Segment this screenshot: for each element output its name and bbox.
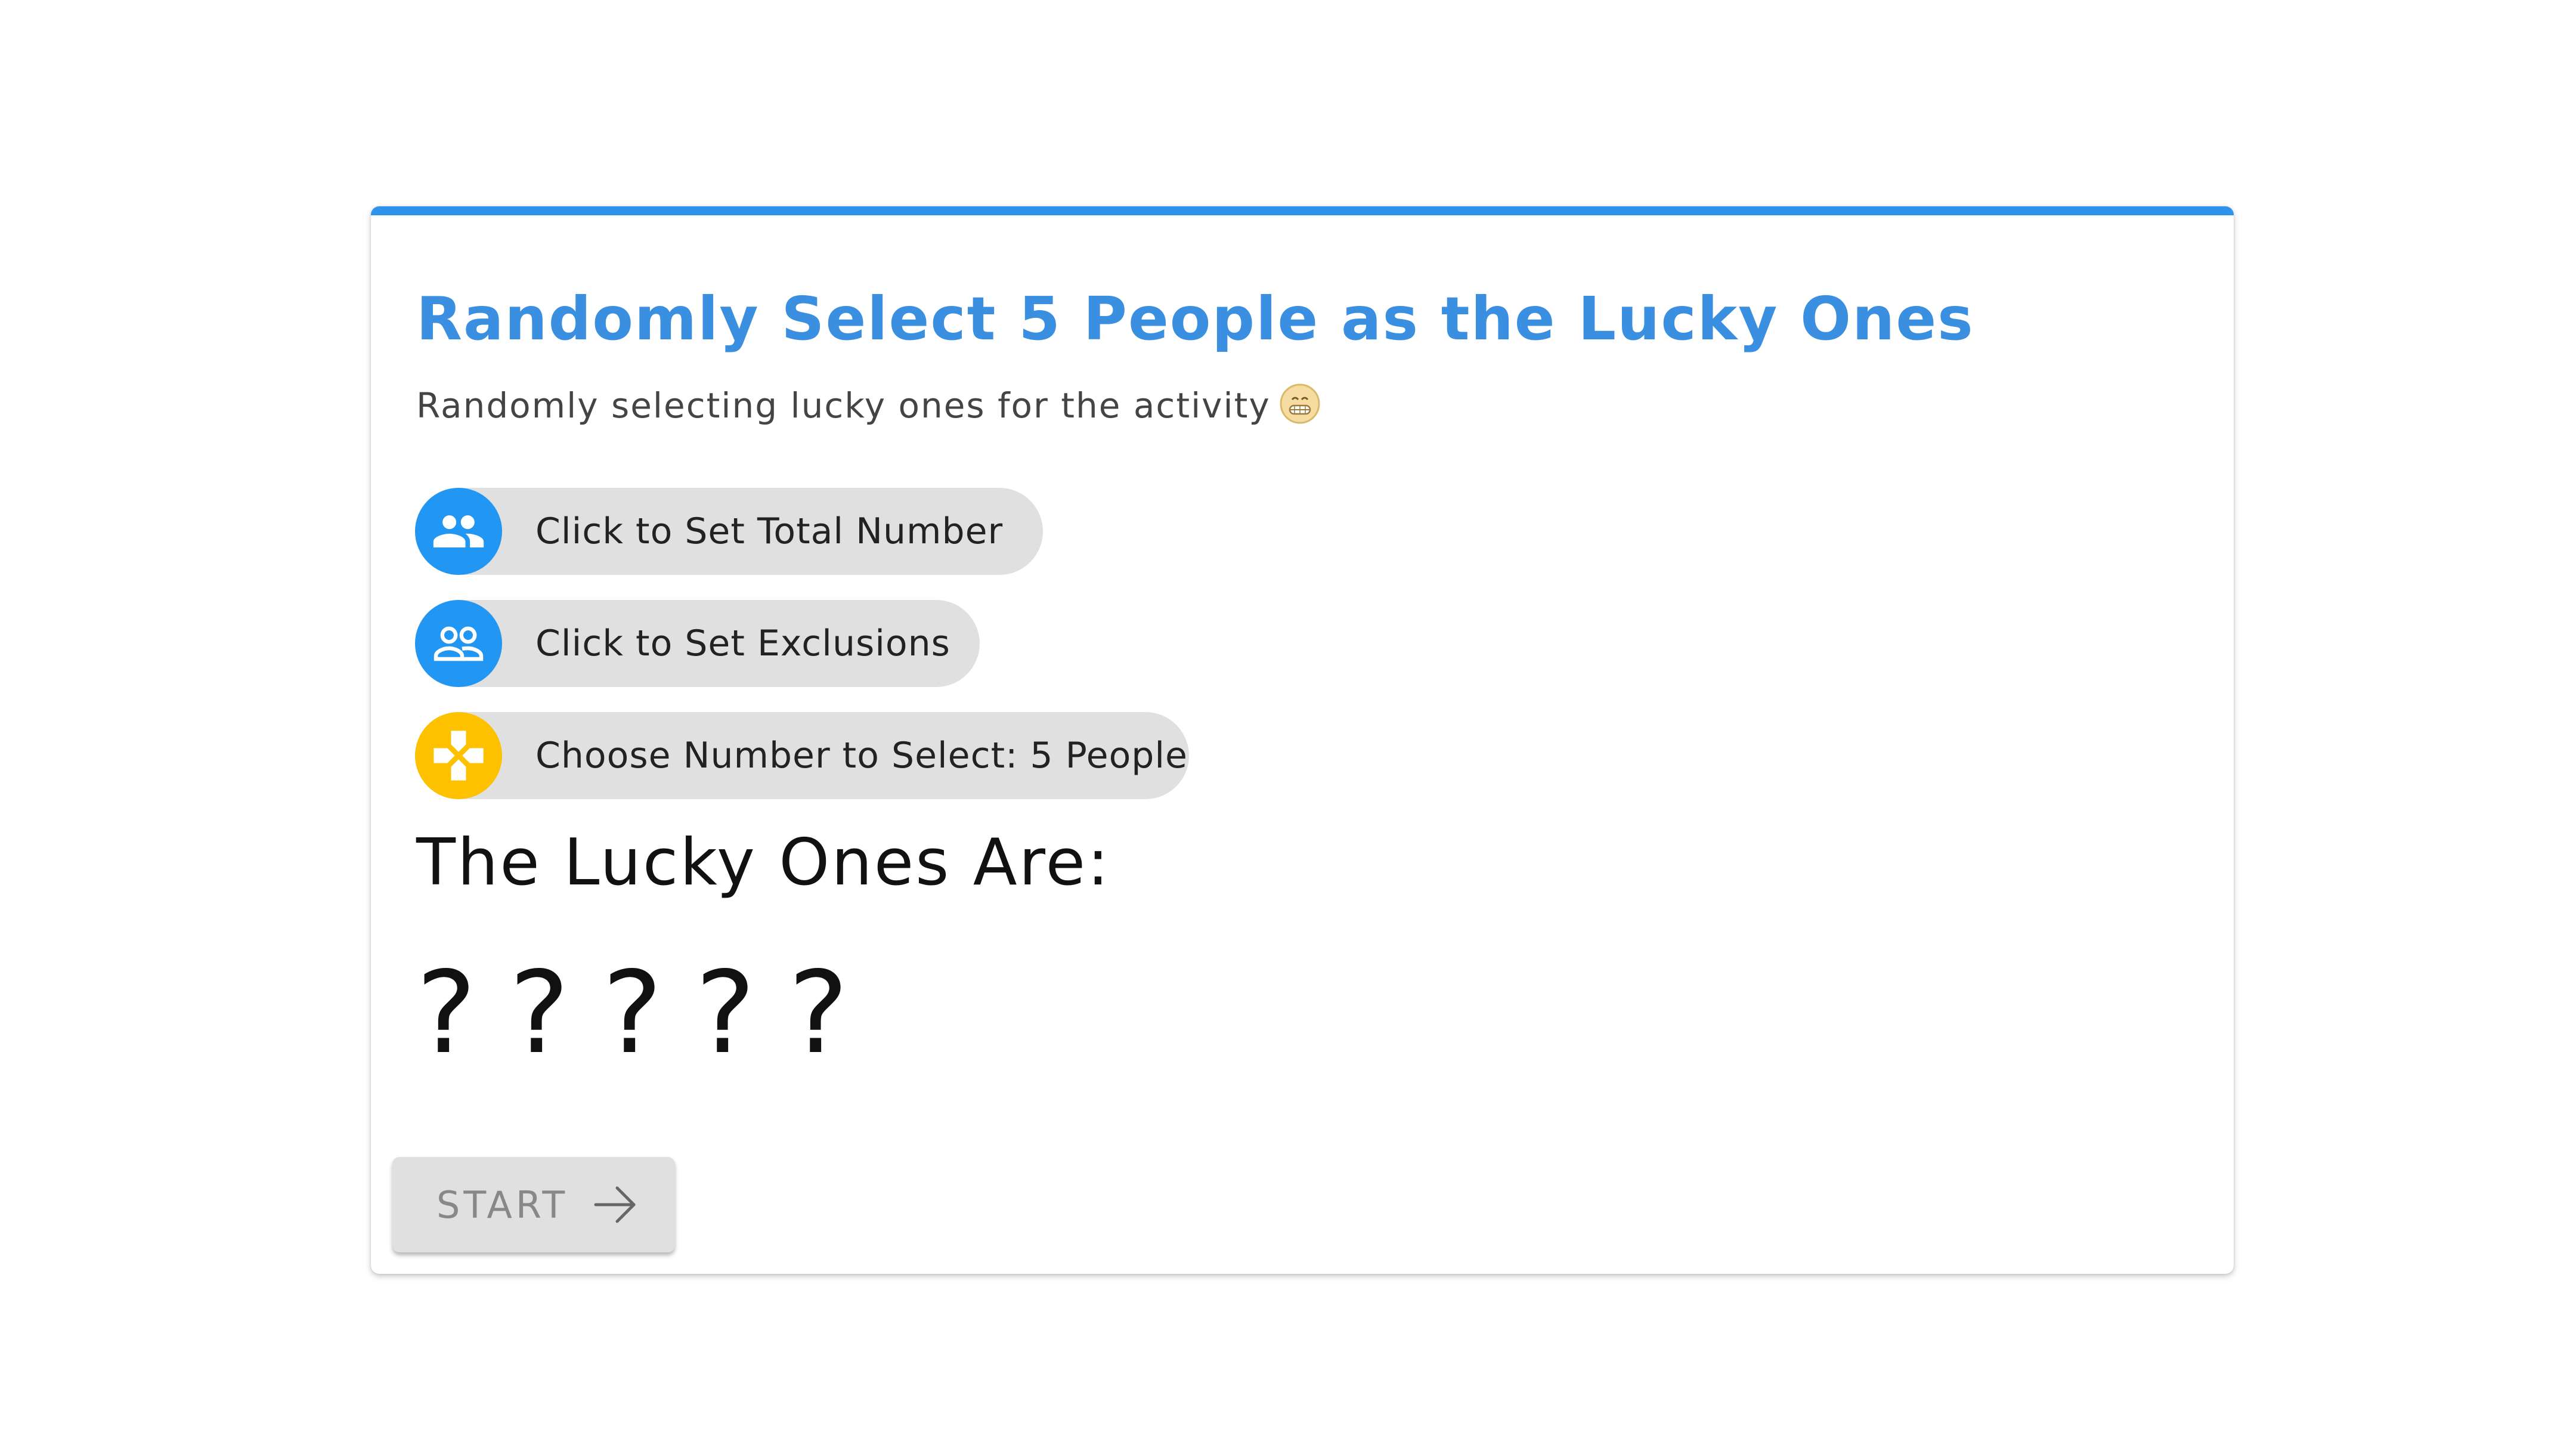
lucky-slot: ?: [602, 947, 662, 1079]
start-button[interactable]: START: [392, 1157, 675, 1252]
page-title: Randomly Select 5 People as the Lucky On…: [416, 284, 1974, 354]
lucky-slot: ?: [788, 947, 849, 1079]
lucky-ones-slots: ? ? ? ? ?: [416, 957, 881, 1070]
arrow-right-icon: [594, 1186, 636, 1223]
people-outline-icon: [415, 600, 502, 687]
lucky-slot: ?: [416, 947, 476, 1079]
set-total-number-label: Click to Set Total Number: [535, 510, 1004, 552]
lucky-slot: ?: [695, 947, 756, 1079]
page-subtitle: Randomly selecting lucky ones for the ac…: [416, 383, 1321, 426]
set-total-number-chip[interactable]: Click to Set Total Number: [415, 488, 1043, 575]
people-icon: [415, 488, 502, 575]
choose-number-chip[interactable]: Choose Number to Select: 5 People: [415, 712, 1189, 799]
start-button-label: START: [436, 1183, 569, 1227]
lucky-draw-card: Randomly Select 5 People as the Lucky On…: [371, 206, 2234, 1274]
card-accent-bar: [371, 206, 2234, 215]
choose-number-label: Choose Number to Select: 5 People: [535, 735, 1188, 776]
lucky-ones-heading: The Lucky Ones Are:: [416, 825, 1111, 900]
lucky-slot: ?: [509, 947, 569, 1079]
gamepad-icon: [415, 712, 502, 799]
set-exclusions-label: Click to Set Exclusions: [535, 623, 950, 664]
set-exclusions-chip[interactable]: Click to Set Exclusions: [415, 600, 980, 687]
grinning-face-icon: [1280, 383, 1320, 424]
subtitle-text: Randomly selecting lucky ones for the ac…: [416, 385, 1271, 426]
